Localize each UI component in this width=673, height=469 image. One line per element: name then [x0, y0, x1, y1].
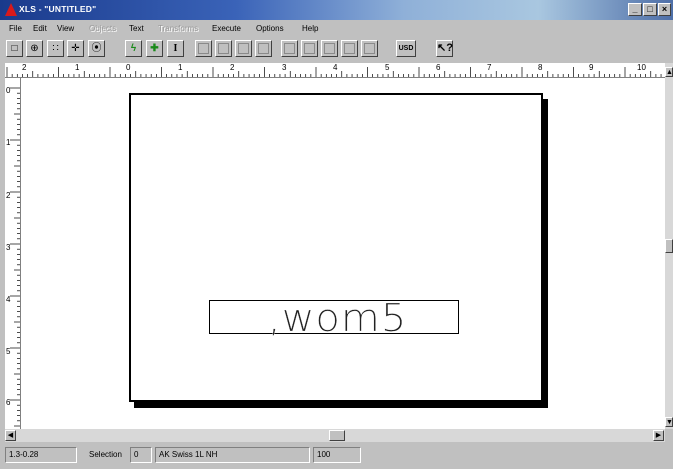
- transform-tool-1-icon: [281, 40, 298, 57]
- ruler-label: 1: [6, 138, 11, 147]
- menu-execute[interactable]: Execute: [212, 24, 241, 33]
- ruler-label: 10: [637, 63, 646, 72]
- status-bar: 1.3-0.28 Selection 0 AK Swiss 1L NH 100: [0, 443, 673, 469]
- ruler-label: 7: [487, 63, 492, 72]
- ruler-label: 3: [282, 63, 287, 72]
- toolbar: □ ⊕ ∷ ✛ ⦿ ϟ ✚ I USD ↖?: [0, 38, 673, 62]
- menu-text[interactable]: Text: [129, 24, 144, 33]
- horizontal-scrollbar[interactable]: ◀ ▶: [5, 429, 665, 442]
- horizontal-scroll-thumb[interactable]: [329, 430, 345, 441]
- ruler-label: 4: [6, 295, 11, 304]
- page[interactable]: [129, 93, 543, 402]
- grid-icon[interactable]: ∷: [47, 40, 64, 57]
- ruler-label: 9: [589, 63, 594, 72]
- object-tool-2-icon: [215, 40, 232, 57]
- title-bar[interactable]: [0, 0, 673, 20]
- target-icon[interactable]: ⦿: [88, 40, 105, 57]
- transform-tool-2-icon: [301, 40, 318, 57]
- transform-tool-3-icon: [321, 40, 338, 57]
- vertical-ruler: 0 1 2 3 4 5 6: [5, 78, 21, 429]
- maximize-button[interactable]: □: [643, 3, 657, 16]
- zoom-icon[interactable]: ⊕: [26, 40, 43, 57]
- object-tool-3-icon: [235, 40, 252, 57]
- object-tool-4-icon: [255, 40, 272, 57]
- ruler-label: 6: [6, 398, 11, 407]
- close-button[interactable]: ×: [658, 3, 671, 16]
- scroll-right-icon[interactable]: ▶: [653, 430, 664, 441]
- ruler-label: 2: [22, 63, 27, 72]
- minimize-button[interactable]: _: [628, 3, 642, 16]
- vertical-scroll-thumb[interactable]: [665, 239, 673, 253]
- font-readout: AK Swiss 1L NH: [155, 447, 310, 463]
- ruler-label: 2: [6, 191, 11, 200]
- menu-view[interactable]: View: [57, 24, 74, 33]
- scroll-down-icon[interactable]: ▼: [665, 417, 673, 427]
- add-icon[interactable]: ✚: [146, 40, 163, 57]
- ruler-label: 0: [126, 63, 131, 72]
- menu-file[interactable]: File: [9, 24, 22, 33]
- app-logo-icon[interactable]: [5, 3, 17, 16]
- menu-bar: File Edit View Objects Text Transforms E…: [0, 21, 673, 37]
- context-help-icon[interactable]: ↖?: [436, 40, 453, 57]
- ruler-label: 5: [385, 63, 390, 72]
- text-cursor-icon[interactable]: I: [167, 40, 184, 57]
- coordinates-readout: 1.3-0.28: [5, 447, 77, 463]
- ruler-label: 6: [436, 63, 441, 72]
- menu-help[interactable]: Help: [302, 24, 318, 33]
- ruler-label: 5: [6, 347, 11, 356]
- lightning-icon[interactable]: ϟ: [125, 40, 142, 57]
- ruler-label: 2: [230, 63, 235, 72]
- zoom-readout: 100: [313, 447, 361, 463]
- ruler-label: 1: [75, 63, 80, 72]
- select-box-icon[interactable]: □: [6, 40, 23, 57]
- transform-tool-4-icon: [341, 40, 358, 57]
- ruler-label: 0: [6, 86, 11, 95]
- scroll-up-icon[interactable]: ▲: [665, 67, 673, 77]
- menu-transforms: Transforms: [158, 24, 199, 33]
- text-object[interactable]: ,wom5: [268, 297, 407, 341]
- menu-options[interactable]: Options: [256, 24, 284, 33]
- vertical-scrollbar[interactable]: ▲ ▼: [665, 63, 673, 429]
- ruler-label: 1: [178, 63, 183, 72]
- menu-objects: Objects: [89, 24, 117, 33]
- menu-edit[interactable]: Edit: [33, 24, 47, 33]
- move-icon[interactable]: ✛: [67, 40, 84, 57]
- scroll-left-icon[interactable]: ◀: [5, 430, 16, 441]
- selection-count: 0: [130, 447, 152, 463]
- units-button[interactable]: USD: [396, 40, 416, 57]
- ruler-label: 3: [6, 243, 11, 252]
- window-title: XLS - "UNTITLED": [19, 4, 97, 14]
- transform-tool-5-icon: [361, 40, 378, 57]
- selection-label: Selection: [89, 450, 122, 459]
- ruler-label: 8: [538, 63, 543, 72]
- ruler-label: 4: [333, 63, 338, 72]
- horizontal-ruler: 2 1 0 1 2 3 4 5 6 7 8 9 10: [5, 63, 665, 78]
- object-tool-1-icon: [195, 40, 212, 57]
